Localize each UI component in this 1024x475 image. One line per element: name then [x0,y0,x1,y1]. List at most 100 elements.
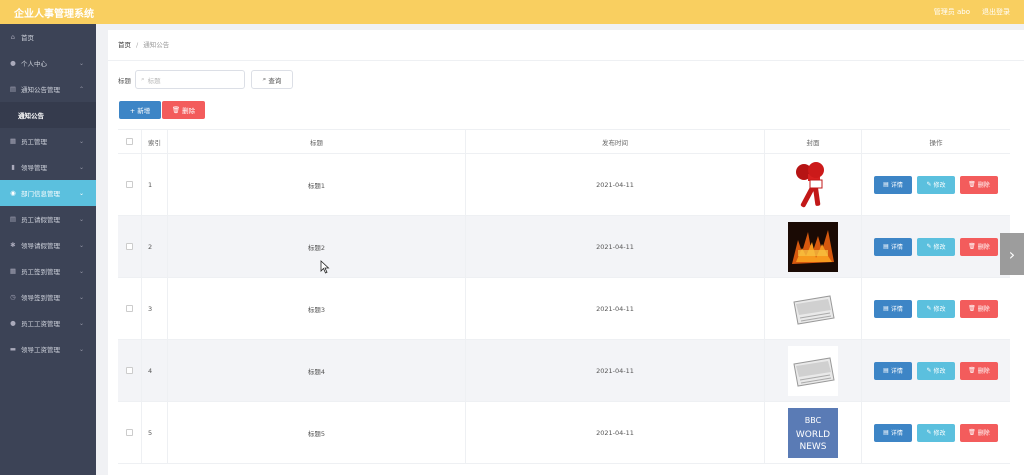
fire-text-image [788,221,838,272]
main-panel: 首页 / 通知公告 标题 ⌕ 标题 ⌕ 查询 + 新增 🗑 删除 索引 标题 发布时间 封… [108,30,1024,475]
trash-icon: 🗑 [968,243,976,250]
row-checkbox[interactable] [126,305,133,312]
sidebar-item-home[interactable]: ⌂ 首页 [0,24,96,50]
edit-button[interactable]: ✎ 修改 [917,361,955,380]
header-cover: 封面 [765,130,862,153]
chevron-down-icon: ⌄ [78,345,84,353]
chevron-down-icon: ⌄ [78,189,84,197]
row-index: 2 [142,216,168,277]
sidebar: ⌂ 首页 ● 个人中心 ⌄ ▤ 通知公告管理 ⌃ 通知公告 ▦ 员工管理 ⌄ ▮ 领导管理 ⌄ ◉… [0,24,96,475]
sidebar-item-notice-mgmt[interactable]: ▤ 通知公告管理 ⌃ [0,76,96,102]
row-checkbox[interactable] [126,429,133,436]
delete-button[interactable]: 🗑 删除 [960,175,998,194]
sidebar-item-label: 首页 [21,34,34,42]
search-button[interactable]: ⌕ 查询 [251,70,293,89]
chevron-up-icon: ⌃ [78,85,84,93]
settings-icon: ◉ [10,189,16,197]
edit-button-label: 修改 [933,430,946,437]
sidebar-item-leader-signin[interactable]: ◷ 领导签到管理 ⌄ [0,284,96,310]
delete-button-label: 删除 [977,430,990,437]
sidebar-item-label: 个人中心 [21,60,47,68]
batch-delete-button[interactable]: 🗑 删除 [162,101,205,119]
detail-button[interactable]: ▤ 详情 [874,423,912,442]
sidebar-item-leader-leave[interactable]: ✱ 领导请假管理 ⌄ [0,232,96,258]
edit-icon: ✎ [926,305,932,312]
row-checkbox[interactable] [126,181,133,188]
search-icon: ⌕ [141,75,145,83]
sidebar-item-label: 员工管理 [21,138,47,146]
edit-button-label: 修改 [933,306,946,313]
chevron-down-icon: ⌄ [78,241,84,249]
select-all-checkbox[interactable] [126,138,133,145]
logout-link[interactable]: 退出登录 [982,7,1010,17]
delete-button[interactable]: 🗑 删除 [960,423,998,442]
sidebar-item-label: 领导签到管理 [21,294,60,302]
row-index: 1 [142,154,168,215]
news-paper-image [788,345,838,396]
trash-icon: 🗑 [968,305,976,312]
sidebar-item-employee-leave[interactable]: ▤ 员工请假管理 ⌄ [0,206,96,232]
edit-button[interactable]: ✎ 修改 [917,237,955,256]
row-date: 2021-04-11 [466,402,765,463]
chevron-down-icon: ⌄ [78,267,84,275]
edit-button[interactable]: ✎ 修改 [917,175,955,194]
detail-button[interactable]: ▤ 详情 [874,299,912,318]
sidebar-item-label: 员工请假管理 [21,216,60,224]
table-row: 4 标题4 2021-04-11 ▤ 详情 ✎ 修改 🗑 删除 [118,340,1010,402]
sidebar-item-employee-signin[interactable]: ▦ 员工签到管理 ⌄ [0,258,96,284]
trash-icon: 🗑 [968,429,976,436]
trash-icon: 🗑 [171,106,181,114]
add-button[interactable]: + 新增 [119,101,161,119]
delete-button[interactable]: 🗑 删除 [960,237,998,256]
edit-button[interactable]: ✎ 修改 [917,299,955,318]
sidebar-subitem-notice[interactable]: 通知公告 [0,102,96,128]
home-icon: ⌂ [10,33,16,41]
next-arrow-button[interactable]: › [1000,233,1024,275]
chevron-down-icon: ⌄ [78,215,84,223]
delete-button[interactable]: 🗑 删除 [960,361,998,380]
delete-button[interactable]: 🗑 删除 [960,299,998,318]
delete-button-label: 删除 [977,306,990,313]
row-index: 5 [142,402,168,463]
batch-delete-label: 删除 [182,107,196,115]
detail-button-label: 详情 [890,244,903,251]
row-checkbox[interactable] [126,367,133,374]
edit-icon: ✎ [926,243,932,250]
detail-icon: ▤ [883,305,889,312]
search-label: 标题 [118,76,131,85]
bbc-world-news-image: BBC WORLD NEWS [788,407,838,458]
trash-icon: 🗑 [968,181,976,188]
mouse-cursor-icon [320,260,330,274]
sidebar-item-leader-mgmt[interactable]: ▮ 领导管理 ⌄ [0,154,96,180]
breadcrumb-separator: / [136,41,139,49]
clock-icon: ◷ [10,293,16,301]
sidebar-item-leader-salary[interactable]: ▬ 领导工资管理 ⌄ [0,336,96,362]
detail-button[interactable]: ▤ 详情 [874,237,912,256]
wallet-icon: ▬ [9,345,17,353]
row-date: 2021-04-11 [466,340,765,401]
table-row: 1 标题1 2021-04-11 ▤ 详情 ✎ 修改 🗑 删除 [118,154,1010,216]
sidebar-item-profile[interactable]: ● 个人中心 ⌄ [0,50,96,76]
row-title: 标题1 [168,154,466,215]
sidebar-item-employee-mgmt[interactable]: ▦ 员工管理 ⌄ [0,128,96,154]
search-input[interactable]: ⌕ 标题 [135,70,245,89]
sidebar-item-label: 领导工资管理 [21,346,60,354]
sidebar-item-department-mgmt[interactable]: ◉ 部门信息管理 ⌄ [0,180,96,206]
cover-text-world: WORLD [796,430,830,440]
search-bar: 标题 ⌕ 标题 ⌕ 查询 [118,70,293,89]
chevron-down-icon: ⌄ [78,293,84,301]
header-ops: 操作 [929,138,943,147]
sidebar-item-employee-salary[interactable]: ● 员工工资管理 ⌄ [0,310,96,336]
table-row: 5 标题5 2021-04-11 BBC WORLD NEWS ▤ 详情 ✎ 修改 … [118,402,1010,464]
chevron-down-icon: ⌄ [78,163,84,171]
detail-button[interactable]: ▤ 详情 [874,175,912,194]
edit-button[interactable]: ✎ 修改 [917,423,955,442]
breadcrumb-home[interactable]: 首页 [118,41,131,49]
edit-icon: ✎ [926,367,932,374]
sidebar-item-label: 领导管理 [21,164,47,172]
row-checkbox[interactable] [126,243,133,250]
detail-button[interactable]: ▤ 详情 [874,361,912,380]
doc2-icon: ▤ [9,215,17,223]
app-title: 企业人事管理系统 [14,8,94,20]
action-bar: + 新增 🗑 删除 [119,101,205,119]
